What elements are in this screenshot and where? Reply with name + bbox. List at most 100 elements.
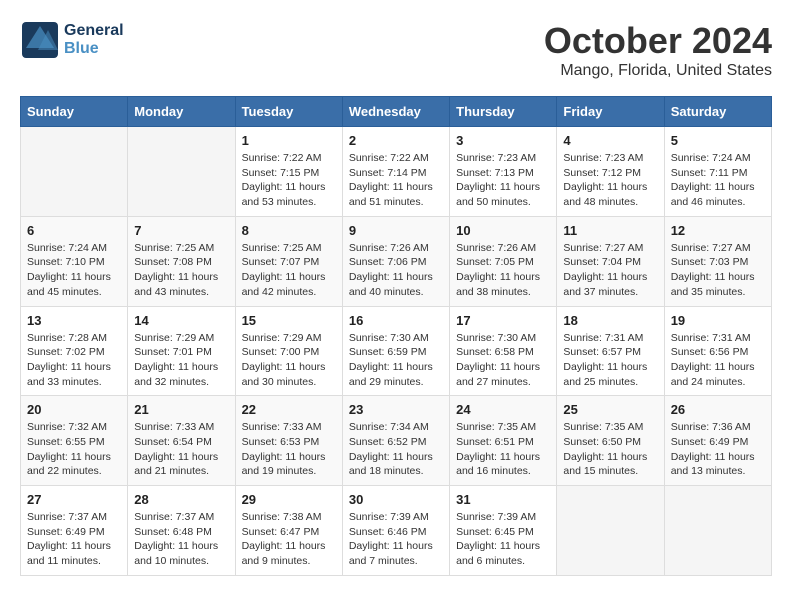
- col-header-thursday: Thursday: [450, 97, 557, 127]
- day-info: Sunrise: 7:35 AM Sunset: 6:50 PM Dayligh…: [563, 420, 657, 479]
- day-number: 19: [671, 313, 765, 328]
- day-info: Sunrise: 7:25 AM Sunset: 7:08 PM Dayligh…: [134, 241, 228, 300]
- day-number: 26: [671, 402, 765, 417]
- day-number: 15: [242, 313, 336, 328]
- day-info: Sunrise: 7:37 AM Sunset: 6:48 PM Dayligh…: [134, 510, 228, 569]
- calendar-cell: 5Sunrise: 7:24 AM Sunset: 7:11 PM Daylig…: [664, 127, 771, 217]
- logo-text-blue: Blue: [64, 40, 99, 57]
- page-title: October 2024: [544, 20, 772, 62]
- calendar-cell: 15Sunrise: 7:29 AM Sunset: 7:00 PM Dayli…: [235, 306, 342, 396]
- day-number: 14: [134, 313, 228, 328]
- day-number: 5: [671, 133, 765, 148]
- calendar-cell: 7 Sunrise: 7:25 AM Sunset: 7:08 PM Daylig…: [128, 216, 235, 306]
- col-header-saturday: Saturday: [664, 97, 771, 127]
- day-number: 20: [27, 402, 121, 417]
- calendar-cell: 30Sunrise: 7:39 AM Sunset: 6:46 PM Dayli…: [342, 486, 449, 576]
- logo-text-general: General: [64, 22, 124, 39]
- calendar-cell: 25 Sunrise: 7:35 AM Sunset: 6:50 PM Dayli…: [557, 396, 664, 486]
- calendar-cell: 27 Sunrise: 7:37 AM Sunset: 6:49 PM Dayli…: [21, 486, 128, 576]
- day-info: Sunrise: 7:30 AM Sunset: 6:59 PM Dayligh…: [349, 331, 443, 390]
- calendar-cell: 1 Sunrise: 7:22 AM Sunset: 7:15 PM Daylig…: [235, 127, 342, 217]
- calendar-cell: 13 Sunrise: 7:28 AM Sunset: 7:02 PM Dayli…: [21, 306, 128, 396]
- day-info: Sunrise: 7:32 AM Sunset: 6:55 PM Dayligh…: [27, 420, 121, 479]
- calendar-cell: [128, 127, 235, 217]
- day-number: 23: [349, 402, 443, 417]
- col-header-wednesday: Wednesday: [342, 97, 449, 127]
- calendar-cell: 20 Sunrise: 7:32 AM Sunset: 6:55 PM Dayli…: [21, 396, 128, 486]
- day-info: Sunrise: 7:37 AM Sunset: 6:49 PM Dayligh…: [27, 510, 121, 569]
- day-number: 12: [671, 223, 765, 238]
- calendar-cell: 2 Sunrise: 7:22 AM Sunset: 7:14 PM Daylig…: [342, 127, 449, 217]
- day-number: 27: [27, 492, 121, 507]
- day-info: Sunrise: 7:36 AM Sunset: 6:49 PM Dayligh…: [671, 420, 765, 479]
- day-number: 10: [456, 223, 550, 238]
- calendar-cell: 29 Sunrise: 7:38 AM Sunset: 6:47 PM Dayli…: [235, 486, 342, 576]
- calendar-cell: 21Sunrise: 7:33 AM Sunset: 6:54 PM Dayli…: [128, 396, 235, 486]
- col-header-monday: Monday: [128, 97, 235, 127]
- day-info: Sunrise: 7:25 AM Sunset: 7:07 PM Dayligh…: [242, 241, 336, 300]
- calendar-cell: 28 Sunrise: 7:37 AM Sunset: 6:48 PM Dayli…: [128, 486, 235, 576]
- calendar-cell: 26 Sunrise: 7:36 AM Sunset: 6:49 PM Dayli…: [664, 396, 771, 486]
- col-header-sunday: Sunday: [21, 97, 128, 127]
- day-number: 18: [563, 313, 657, 328]
- day-info: Sunrise: 7:39 AM Sunset: 6:46 PM Dayligh…: [349, 510, 443, 569]
- day-number: 13: [27, 313, 121, 328]
- day-number: 21: [134, 402, 228, 417]
- day-info: Sunrise: 7:22 AM Sunset: 7:14 PM Dayligh…: [349, 151, 443, 210]
- calendar-cell: 14Sunrise: 7:29 AM Sunset: 7:01 PM Dayli…: [128, 306, 235, 396]
- day-number: 17: [456, 313, 550, 328]
- calendar-cell: 12Sunrise: 7:27 AM Sunset: 7:03 PM Dayli…: [664, 216, 771, 306]
- day-info: Sunrise: 7:27 AM Sunset: 7:04 PM Dayligh…: [563, 241, 657, 300]
- calendar-table: SundayMondayTuesdayWednesdayThursdayFrid…: [20, 96, 772, 576]
- day-info: Sunrise: 7:31 AM Sunset: 6:57 PM Dayligh…: [563, 331, 657, 390]
- day-info: Sunrise: 7:23 AM Sunset: 7:12 PM Dayligh…: [563, 151, 657, 210]
- calendar-cell: 8 Sunrise: 7:25 AM Sunset: 7:07 PM Daylig…: [235, 216, 342, 306]
- day-number: 1: [242, 133, 336, 148]
- calendar-cell: [664, 486, 771, 576]
- calendar-cell: 17 Sunrise: 7:30 AM Sunset: 6:58 PM Dayli…: [450, 306, 557, 396]
- day-info: Sunrise: 7:24 AM Sunset: 7:10 PM Dayligh…: [27, 241, 121, 300]
- calendar-cell: 16 Sunrise: 7:30 AM Sunset: 6:59 PM Dayli…: [342, 306, 449, 396]
- page-subtitle: Mango, Florida, United States: [544, 62, 772, 80]
- day-info: Sunrise: 7:26 AM Sunset: 7:06 PM Dayligh…: [349, 241, 443, 300]
- day-number: 24: [456, 402, 550, 417]
- day-number: 31: [456, 492, 550, 507]
- day-info: Sunrise: 7:38 AM Sunset: 6:47 PM Dayligh…: [242, 510, 336, 569]
- title-area: October 2024 Mango, Florida, United Stat…: [544, 20, 772, 80]
- col-header-tuesday: Tuesday: [235, 97, 342, 127]
- day-number: 25: [563, 402, 657, 417]
- calendar-cell: 23Sunrise: 7:34 AM Sunset: 6:52 PM Dayli…: [342, 396, 449, 486]
- day-number: 2: [349, 133, 443, 148]
- day-info: Sunrise: 7:31 AM Sunset: 6:56 PM Dayligh…: [671, 331, 765, 390]
- calendar-week-row: 6 Sunrise: 7:24 AM Sunset: 7:10 PM Daylig…: [21, 216, 772, 306]
- day-info: Sunrise: 7:33 AM Sunset: 6:53 PM Dayligh…: [242, 420, 336, 479]
- day-info: Sunrise: 7:22 AM Sunset: 7:15 PM Dayligh…: [242, 151, 336, 210]
- calendar-cell: 11 Sunrise: 7:27 AM Sunset: 7:04 PM Dayli…: [557, 216, 664, 306]
- logo-icon: [20, 20, 60, 60]
- calendar-cell: 22 Sunrise: 7:33 AM Sunset: 6:53 PM Dayli…: [235, 396, 342, 486]
- day-info: Sunrise: 7:30 AM Sunset: 6:58 PM Dayligh…: [456, 331, 550, 390]
- day-number: 28: [134, 492, 228, 507]
- day-info: Sunrise: 7:28 AM Sunset: 7:02 PM Dayligh…: [27, 331, 121, 390]
- calendar-cell: 24 Sunrise: 7:35 AM Sunset: 6:51 PM Dayli…: [450, 396, 557, 486]
- calendar-week-row: 27 Sunrise: 7:37 AM Sunset: 6:49 PM Dayli…: [21, 486, 772, 576]
- day-info: Sunrise: 7:35 AM Sunset: 6:51 PM Dayligh…: [456, 420, 550, 479]
- calendar-cell: 18 Sunrise: 7:31 AM Sunset: 6:57 PM Dayli…: [557, 306, 664, 396]
- day-number: 29: [242, 492, 336, 507]
- logo: General Blue: [20, 20, 124, 60]
- day-number: 8: [242, 223, 336, 238]
- calendar-cell: 3Sunrise: 7:23 AM Sunset: 7:13 PM Daylig…: [450, 127, 557, 217]
- calendar-cell: 6 Sunrise: 7:24 AM Sunset: 7:10 PM Daylig…: [21, 216, 128, 306]
- calendar-cell: 4 Sunrise: 7:23 AM Sunset: 7:12 PM Daylig…: [557, 127, 664, 217]
- day-number: 6: [27, 223, 121, 238]
- col-header-friday: Friday: [557, 97, 664, 127]
- day-number: 22: [242, 402, 336, 417]
- calendar-week-row: 20 Sunrise: 7:32 AM Sunset: 6:55 PM Dayli…: [21, 396, 772, 486]
- day-number: 3: [456, 133, 550, 148]
- day-number: 11: [563, 223, 657, 238]
- day-number: 9: [349, 223, 443, 238]
- calendar-cell: 31Sunrise: 7:39 AM Sunset: 6:45 PM Dayli…: [450, 486, 557, 576]
- day-number: 16: [349, 313, 443, 328]
- day-number: 4: [563, 133, 657, 148]
- day-number: 7: [134, 223, 228, 238]
